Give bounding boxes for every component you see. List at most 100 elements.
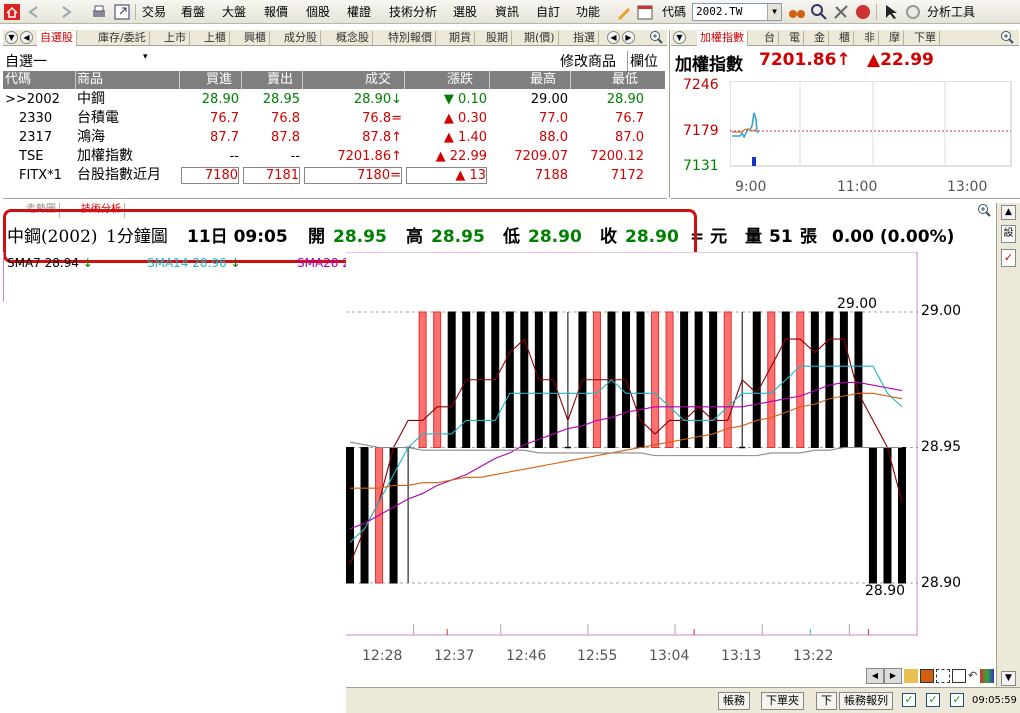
chevron-left-icon[interactable]: ◀ [20, 31, 33, 44]
table-row[interactable]: >>2002 中鋼 28.90 28.95 28.90↓ ▼ 0.10 29.00 28.90 [3, 90, 665, 109]
index-value: 7201.86↑ [759, 50, 851, 70]
chevron-right-icon[interactable]: ▶ [622, 31, 635, 44]
chevron-down-icon[interactable]: ▾ [143, 52, 148, 62]
forward-arrow-icon[interactable] [57, 3, 75, 21]
tools-icon[interactable] [832, 3, 850, 21]
col-header-last[interactable]: 成交 [365, 71, 391, 89]
y-tick-label: 7246 [683, 77, 719, 93]
account-report-button[interactable]: 帳務報列 [839, 692, 893, 710]
print-icon[interactable] [90, 3, 108, 21]
stock-code-value: 2002.TW [696, 5, 743, 18]
settings-icon[interactable] [904, 3, 922, 21]
tab-electronics[interactable]: 電 [786, 31, 804, 46]
table-row[interactable]: 2330 台積電 76.7 76.8 76.8= ▲ 0.30 77.0 76.7 [3, 109, 665, 128]
cell-name: 台積電 [77, 110, 119, 126]
menu-stock[interactable]: 個股 [306, 3, 330, 21]
check-icon[interactable]: ✓ [1001, 249, 1016, 267]
cell-name: 鴻海 [77, 129, 105, 145]
binoculars-icon[interactable] [788, 3, 806, 21]
cursor-icon[interactable] [882, 3, 900, 21]
scroll-up-button[interactable]: ▲ [1001, 205, 1016, 220]
order-folder-button[interactable]: 下單夾 [761, 692, 804, 710]
tab-tw[interactable]: 台 [761, 31, 779, 46]
line-tool-icon[interactable] [904, 669, 918, 683]
search-icon[interactable] [810, 3, 828, 21]
menu-function[interactable]: 功能 [576, 3, 600, 21]
tab-listed[interactable]: 上市 [161, 31, 190, 46]
tab-emerging[interactable]: 興櫃 [241, 31, 270, 46]
analysis-tools-menu[interactable]: 分析工具 [927, 3, 975, 21]
menu-screener[interactable]: 選股 [453, 3, 477, 21]
order-button[interactable]: 下 [816, 692, 837, 710]
watchlist-name[interactable]: 自選一 [5, 51, 47, 71]
tab-futures[interactable]: 期貨 [446, 31, 475, 46]
col-header-high[interactable]: 最高 [530, 71, 556, 89]
menu-quote[interactable]: 報價 [264, 3, 288, 21]
scroll-right-button[interactable]: ▶ [884, 668, 902, 684]
chevron-down-icon[interactable]: ▼ [5, 31, 18, 44]
tab-concept[interactable]: 概念股 [333, 31, 373, 46]
candle-body [752, 311, 761, 448]
table-row[interactable]: TSE 加權指數 -- -- 7201.86↑ ▲ 22.99 7209.07 7200.12 [3, 147, 665, 166]
chevron-down-icon[interactable]: ▼ [767, 4, 781, 20]
tab-futures-price[interactable]: 期(價) [521, 31, 559, 46]
tab-order[interactable]: 下單 [911, 31, 940, 46]
menu-technical[interactable]: 技術分析 [389, 3, 437, 21]
tab-non-finance[interactable]: 非 [861, 31, 879, 46]
clock-icon[interactable] [920, 669, 934, 683]
col-header-change[interactable]: 漲跌 [447, 71, 473, 89]
stamp-icon[interactable] [854, 3, 872, 21]
tab-special-quote[interactable]: 特別報價 [385, 31, 436, 46]
edit-products-button[interactable]: 修改商品 [560, 51, 616, 71]
col-header-bid[interactable]: 買進 [206, 71, 232, 89]
table-row[interactable]: FITX*1 台股指數近月 7180 7181 7180= ▲ 13 7188 7172 [3, 166, 665, 185]
select-icon[interactable] [936, 669, 950, 683]
stock-code-input[interactable]: 2002.TW ▼ [692, 3, 782, 21]
chevron-left-icon[interactable]: ◀ [607, 31, 620, 44]
col-header-low[interactable]: 最低 [612, 71, 638, 89]
menu-trade[interactable]: 交易 [142, 3, 166, 21]
tab-components[interactable]: 成分股 [281, 31, 321, 46]
status-checkbox[interactable]: ✓ [950, 693, 964, 707]
pencil-icon[interactable] [615, 3, 633, 21]
col-header-code[interactable]: 代碼 [5, 71, 31, 89]
tab-finance[interactable]: 金 [811, 31, 829, 46]
x-tick-label: 13:04 [649, 648, 690, 664]
tab-otc[interactable]: 上櫃 [201, 31, 230, 46]
bar-tool-icon[interactable] [980, 669, 994, 683]
candle-body [796, 311, 805, 448]
table-row[interactable]: 2317 鴻海 87.7 87.8 87.8↑ ▲ 1.40 88.0 87.0 [3, 128, 665, 147]
status-checkbox[interactable]: ✓ [902, 693, 916, 707]
scroll-down-button[interactable]: ▼ [1001, 671, 1016, 686]
zoom-icon[interactable] [649, 30, 664, 45]
settings-icon[interactable]: 設 [1001, 225, 1016, 243]
zoom-box-icon[interactable] [952, 669, 966, 683]
back-arrow-icon[interactable] [25, 3, 43, 21]
tab-watchlist[interactable]: 自選股 [37, 31, 77, 46]
menu-watch[interactable]: 看盤 [181, 3, 205, 21]
menu-info[interactable]: 資訊 [495, 3, 519, 21]
menu-market[interactable]: 大盤 [222, 3, 246, 21]
calendar-icon[interactable] [636, 3, 654, 21]
tab-taiex[interactable]: 加權指數 [697, 31, 748, 46]
col-header-ask[interactable]: 賣出 [267, 71, 293, 89]
menu-warrant[interactable]: 權證 [347, 3, 371, 21]
home-icon[interactable] [3, 3, 21, 21]
tab-index-options[interactable]: 指選 [570, 31, 599, 46]
col-header-name[interactable]: 商品 [77, 71, 103, 89]
zoom-icon[interactable] [1000, 30, 1015, 45]
tab-stock-futures[interactable]: 股期 [483, 31, 512, 46]
popout-icon[interactable] [113, 3, 131, 21]
zoom-icon[interactable] [977, 203, 992, 218]
tab-inventory[interactable]: 庫存/委託 [95, 31, 150, 46]
menu-custom[interactable]: 自訂 [536, 3, 560, 21]
chevron-down-icon[interactable]: ▼ [673, 31, 686, 44]
scroll-left-button[interactable]: ◀ [866, 668, 884, 684]
account-button[interactable]: 帳務 [718, 692, 750, 710]
undo-icon[interactable]: ↶ [968, 669, 980, 683]
tab-otc-index[interactable]: 櫃 [836, 31, 854, 46]
tab-msci[interactable]: 摩 [886, 31, 904, 46]
fields-button[interactable]: 欄位 [627, 51, 658, 71]
y-tick-label: 7131 [683, 158, 719, 174]
status-checkbox[interactable]: ✓ [926, 693, 940, 707]
